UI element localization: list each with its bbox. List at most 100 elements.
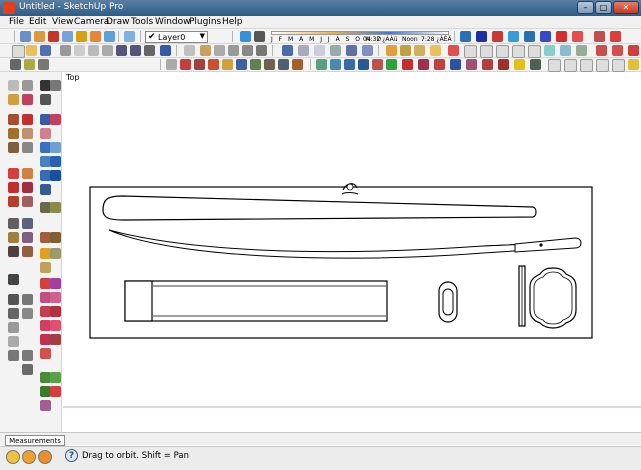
- sandbox-stamp-alt-icon[interactable]: [50, 372, 61, 383]
- tape-measure-icon[interactable]: [596, 45, 607, 56]
- sandbox-scratch-icon[interactable]: [560, 45, 571, 56]
- arc-tool-icon[interactable]: [22, 128, 33, 139]
- comment-icon[interactable]: [430, 45, 441, 56]
- add-detail-icon[interactable]: [610, 31, 621, 42]
- text-label-tool-icon[interactable]: [22, 232, 33, 243]
- sketchup-app-icon[interactable]: [3, 2, 15, 14]
- wireframe-icon[interactable]: [298, 45, 309, 56]
- monochrome-icon[interactable]: [362, 45, 373, 56]
- warning-icon[interactable]: [514, 59, 525, 70]
- intersect-faces-icon[interactable]: [402, 59, 413, 70]
- send-to-layout-icon[interactable]: [62, 31, 73, 42]
- freehand-tool-icon[interactable]: [22, 142, 33, 153]
- look-around-icon[interactable]: [524, 31, 535, 42]
- sandbox-stamp-icon[interactable]: [572, 31, 583, 42]
- geo-location-status-icon[interactable]: [6, 450, 20, 464]
- model-drawing[interactable]: [63, 72, 641, 432]
- front-view-icon[interactable]: [214, 45, 225, 56]
- measurements-label[interactable]: Measurements: [5, 435, 65, 446]
- print-icon[interactable]: [144, 45, 155, 56]
- solid-trim-icon[interactable]: [512, 45, 525, 58]
- eraser-tool-icon[interactable]: [22, 94, 33, 105]
- 3d-text-icon[interactable]: [264, 59, 275, 70]
- extension-warehouse-icon[interactable]: [90, 31, 101, 42]
- paste-icon[interactable]: [88, 45, 99, 56]
- extensions-icon[interactable]: [530, 59, 541, 70]
- rectangle-tool-icon[interactable]: [8, 114, 19, 125]
- sandbox-tool-2-icon[interactable]: [50, 202, 61, 213]
- pan-tool-alt-icon[interactable]: [50, 142, 61, 153]
- eyedropper-tool-icon[interactable]: [40, 94, 51, 105]
- lock-icon[interactable]: [498, 59, 509, 70]
- left-view-icon[interactable]: [256, 45, 267, 56]
- sandbox-add-detail-icon[interactable]: [628, 59, 639, 70]
- solid-intersect-icon[interactable]: [496, 45, 509, 58]
- add-location-icon[interactable]: [40, 262, 51, 273]
- solid-split-icon[interactable]: [528, 45, 541, 58]
- back-view-icon[interactable]: [242, 45, 253, 56]
- pan-tool-icon[interactable]: [8, 294, 19, 305]
- menu-tools[interactable]: Tools: [131, 17, 153, 27]
- shape-loop-icon[interactable]: [50, 306, 61, 317]
- sandbox-stamp-tool-icon[interactable]: [596, 59, 609, 72]
- walk-through-icon[interactable]: [292, 59, 303, 70]
- shape-spiral-icon[interactable]: [50, 292, 61, 303]
- walk-icon[interactable]: [508, 31, 519, 42]
- minimize-button[interactable]: –: [577, 1, 594, 14]
- open-file-icon[interactable]: [26, 45, 37, 56]
- soften-edges-icon[interactable]: [434, 59, 445, 70]
- shadow-time-track[interactable]: [271, 31, 449, 35]
- share-model-icon[interactable]: [34, 31, 45, 42]
- style-xray-icon[interactable]: [316, 59, 327, 70]
- sandbox-detail-alt-icon[interactable]: [50, 386, 61, 397]
- tsuba-face-shape[interactable]: [529, 267, 577, 329]
- zoom-extents-alt-icon[interactable]: [50, 156, 61, 167]
- solid-subtract-icon[interactable]: [480, 45, 493, 58]
- get-models-icon[interactable]: [20, 31, 31, 42]
- zoom-tool-icon[interactable]: [22, 294, 33, 305]
- rotate-icon[interactable]: [194, 59, 205, 70]
- new-file-icon[interactable]: [12, 45, 25, 58]
- copy-icon[interactable]: [74, 45, 85, 56]
- move-icon[interactable]: [180, 59, 191, 70]
- style-wireframe-icon[interactable]: [344, 59, 355, 70]
- sandbox-from-contours-icon[interactable]: [548, 59, 561, 72]
- camera-zoom-icon[interactable]: [38, 59, 49, 70]
- cut-icon[interactable]: [60, 45, 71, 56]
- paint-tool-icon[interactable]: [8, 94, 19, 105]
- orbit-tool-icon[interactable]: [8, 274, 19, 285]
- layer-select[interactable]: ✔ Layer0 ▼: [145, 31, 208, 43]
- menu-draw[interactable]: Draw: [106, 17, 130, 27]
- circle-tool-icon[interactable]: [8, 128, 19, 139]
- position-alt-icon[interactable]: [40, 184, 51, 195]
- credits-status-icon[interactable]: [22, 450, 36, 464]
- sandbox-smoove-tool-icon[interactable]: [580, 59, 593, 72]
- section-fill-icon[interactable]: [278, 59, 289, 70]
- shadow-date-time-slider[interactable]: J F M A M J J A S O N D 04:37 ¿ÀÀü Noon …: [271, 31, 452, 44]
- axes-tool-icon[interactable]: [8, 246, 19, 257]
- google-earth-icon[interactable]: [76, 31, 87, 42]
- rotate-tool-icon[interactable]: [8, 182, 19, 193]
- walk-tool-icon[interactable]: [8, 350, 19, 361]
- top-view-icon[interactable]: [200, 45, 211, 56]
- geo-location-icon[interactable]: [50, 248, 61, 259]
- menu-plugins[interactable]: Plugins: [189, 17, 221, 27]
- move-tool-icon[interactable]: [8, 168, 19, 179]
- xray-icon[interactable]: [282, 45, 293, 56]
- model-info-icon[interactable]: [160, 45, 171, 56]
- menu-file[interactable]: File: [9, 17, 24, 27]
- sandbox-flip-icon[interactable]: [576, 45, 587, 56]
- handle-shape[interactable]: [124, 280, 388, 322]
- maximize-button[interactable]: □: [595, 1, 612, 14]
- look-around-tool-icon[interactable]: [22, 350, 33, 361]
- lasso-tool-icon[interactable]: [50, 80, 61, 91]
- tape-tool-icon[interactable]: [8, 218, 19, 229]
- flip-along-icon[interactable]: [418, 59, 429, 70]
- offset-tool-icon[interactable]: [22, 196, 33, 207]
- position-camera-tool-icon[interactable]: [8, 336, 19, 347]
- zoom-extents-icon[interactable]: [22, 308, 33, 319]
- explode-icon[interactable]: [482, 59, 493, 70]
- previous-view-icon[interactable]: [8, 322, 19, 333]
- make-component-icon[interactable]: [22, 80, 33, 91]
- follow-me-icon[interactable]: [386, 45, 397, 56]
